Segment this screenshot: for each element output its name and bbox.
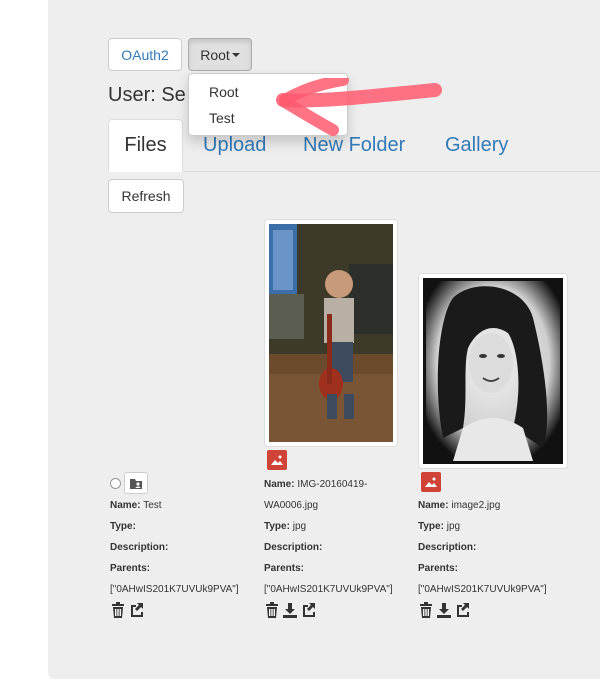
item-info: Name: image2.jpg Type: jpg Description: … [418,495,547,600]
trash-icon[interactable] [418,602,434,618]
item-actions [110,602,144,618]
download-icon[interactable] [282,602,298,618]
item-name: Test [143,500,162,511]
refresh-button[interactable]: Refresh [108,179,184,213]
tab-files[interactable]: Files [108,119,183,172]
dropdown-item-test[interactable]: Test [209,110,235,126]
item-name: image2.jpg [451,500,501,511]
item-info: Name: IMG-20160419- WA0006.jpg Type: jpg… [264,474,393,600]
item-parents: ["0AHwIS201K7UVUk9PVA"] [264,584,393,595]
item-actions [418,602,470,618]
share-icon[interactable] [128,602,144,618]
photo-image [423,278,563,464]
item-name-continued: WA0006.jpg [264,500,319,511]
item-info: Name: Test Type: Description: Parents: [… [110,495,239,600]
item-actions [264,602,316,618]
shared-folder-icon [124,472,148,494]
share-icon[interactable] [300,602,316,618]
oauth2-button[interactable]: OAuth2 [108,38,182,71]
trash-icon[interactable] [264,602,280,618]
image-file-icon [421,472,441,492]
photo-image [269,224,393,442]
thumbnail[interactable] [264,219,398,447]
item-parents: ["0AHwIS201K7UVUk9PVA"] [110,584,239,595]
caret-down-icon [231,53,240,57]
item-parents: ["0AHwIS201K7UVUk9PVA"] [418,584,547,595]
annotation-arrow-icon [276,78,442,136]
root-dropdown-label: Root [200,46,230,63]
trash-icon[interactable] [110,602,126,618]
dropdown-item-root[interactable]: Root [209,84,239,100]
share-icon[interactable] [454,602,470,618]
download-icon[interactable] [436,602,452,618]
image-file-icon [267,450,287,470]
thumbnail[interactable] [418,273,568,469]
root-dropdown-button[interactable]: Root [188,38,252,71]
tab-gallery[interactable]: Gallery [445,119,508,171]
user-label: User: Se [108,84,186,106]
select-checkbox[interactable] [110,478,121,489]
item-name: IMG-20160419- [297,479,368,490]
